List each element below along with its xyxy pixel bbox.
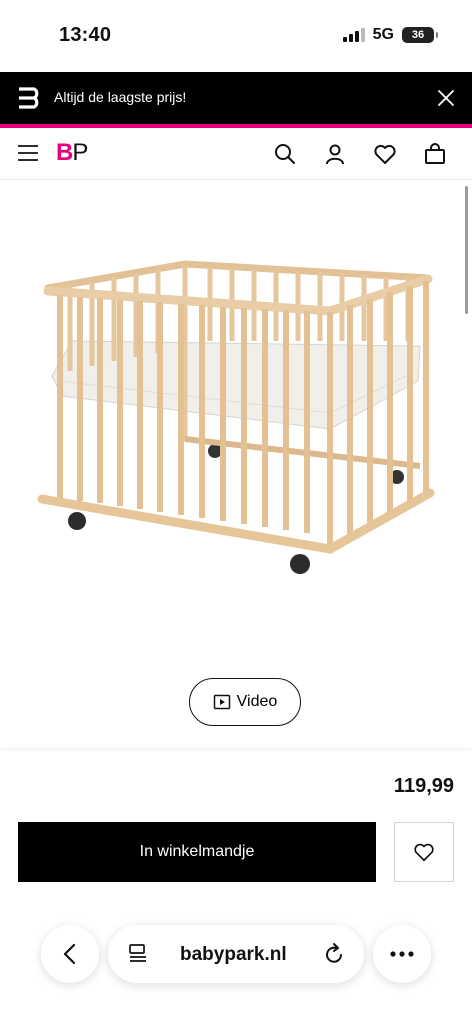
battery-icon: 36 — [402, 27, 438, 43]
menu-icon[interactable] — [17, 142, 39, 164]
battery-level: 36 — [411, 29, 425, 41]
playpen-illustration — [37, 260, 435, 574]
play-icon — [213, 694, 230, 710]
product-price: 119,99 — [393, 775, 454, 797]
browser-back-button[interactable] — [41, 925, 99, 983]
page-scrollbar[interactable] — [465, 186, 468, 314]
status-time: 13:40 — [59, 24, 112, 46]
browser-url: babypark.nl — [180, 944, 287, 965]
brand-letter-b: B — [56, 139, 73, 166]
promo-text: Altijd de laagste prijs! — [54, 89, 187, 105]
promo-bar: Altijd de laagste prijs! — [0, 72, 472, 124]
video-label: Video — [236, 693, 278, 710]
promo-logo-icon — [19, 87, 39, 109]
reader-icon[interactable] — [128, 943, 148, 965]
reload-icon[interactable] — [322, 942, 346, 966]
signal-icon — [342, 28, 365, 42]
account-icon[interactable] — [323, 142, 347, 166]
video-button[interactable]: Video — [189, 678, 301, 726]
heart-icon[interactable] — [373, 142, 397, 166]
search-icon[interactable] — [273, 142, 297, 166]
add-to-cart-button[interactable]: In winkelmandje — [18, 822, 376, 882]
close-icon[interactable] — [436, 88, 456, 108]
brand-logo[interactable]: BP — [56, 139, 88, 166]
status-indicators: 5G 36 — [342, 26, 438, 44]
back-icon — [63, 943, 76, 965]
wishlist-button[interactable] — [394, 822, 454, 882]
network-type: 5G — [372, 26, 394, 43]
more-icon — [390, 951, 414, 957]
site-header: BP — [0, 128, 472, 180]
status-bar: 13:40 5G 36 — [0, 0, 472, 72]
browser-more-button[interactable] — [373, 925, 431, 983]
browser-address-bar[interactable]: babypark.nl — [108, 925, 364, 983]
browser-toolbar: babypark.nl — [0, 925, 472, 987]
brand-letter-p: P — [72, 139, 88, 166]
bag-icon[interactable] — [423, 142, 447, 166]
product-image[interactable] — [0, 181, 472, 751]
heart-icon — [414, 843, 434, 862]
